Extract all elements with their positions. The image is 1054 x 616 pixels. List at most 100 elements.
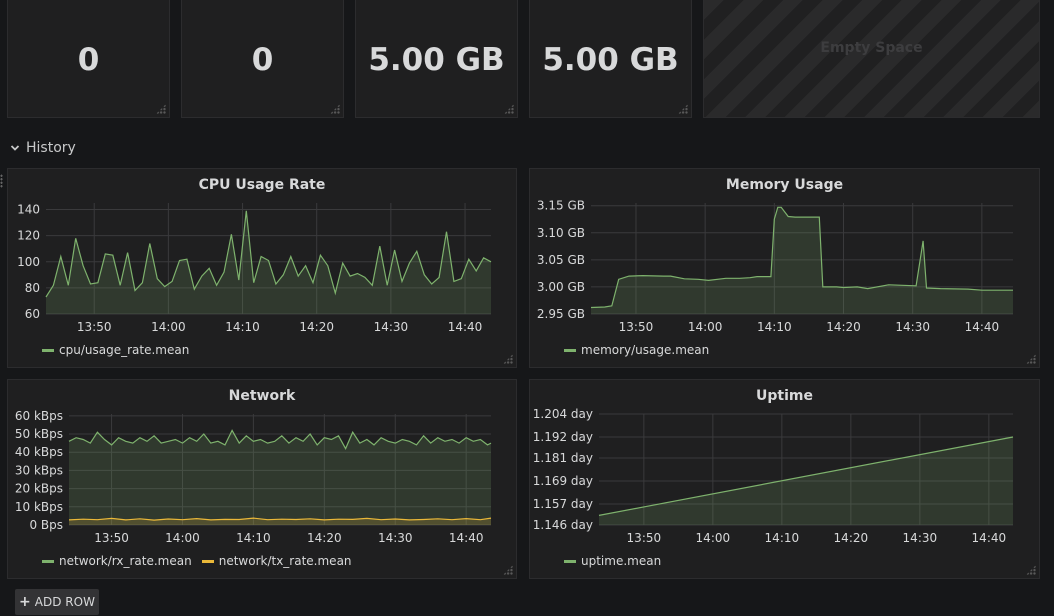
y-tick-label: 10 kBps xyxy=(15,500,63,514)
y-tick-label: 40 kBps xyxy=(15,445,63,459)
graph-panel-uptime: 1.146 day 1.157 day 1.169 day 1.181 day 1.19… xyxy=(529,379,1040,579)
x-tick-label: 14:30 xyxy=(895,320,930,334)
y-tick-label: 1.192 day xyxy=(533,430,593,444)
stat-panel-3: 5.00 GB xyxy=(355,0,518,118)
series-area xyxy=(69,430,491,525)
y-tick-label: 1.169 day xyxy=(533,474,593,488)
legend: cpu/usage_rate.mean xyxy=(42,343,189,357)
x-tick-label: 14:40 xyxy=(972,531,1007,545)
x-tick-label: 14:00 xyxy=(688,320,723,334)
stat-value: 0 xyxy=(251,42,274,78)
x-tick-label: 14:00 xyxy=(151,320,186,334)
x-tick-label: 14:40 xyxy=(965,320,1000,334)
stat-value: 0 xyxy=(77,42,100,78)
y-tick-label: 30 kBps xyxy=(15,463,63,477)
drag-handle-icon[interactable] xyxy=(0,174,3,188)
x-tick-label: 14:20 xyxy=(307,531,342,545)
y-tick-label: 120 xyxy=(17,229,40,243)
legend: uptime.mean xyxy=(564,554,661,568)
x-tick-label: 14:00 xyxy=(165,531,200,545)
x-tick-label: 14:20 xyxy=(826,320,861,334)
stat-panel-2: 0 xyxy=(181,0,344,118)
y-tick-label: 60 kBps xyxy=(15,409,63,423)
y-tick-label: 3.00 GB xyxy=(537,280,585,294)
legend-swatch xyxy=(201,559,214,563)
row-header-history[interactable]: History xyxy=(10,140,76,156)
legend-item[interactable]: cpu/usage_rate.mean xyxy=(42,343,189,357)
network-chart: 0 Bps 10 kBps 20 kBps 30 kBps 40 kBps 50 kBps… xyxy=(15,409,492,545)
resize-handle[interactable] xyxy=(504,104,514,114)
panel-title[interactable]: Memory Usage xyxy=(530,177,1039,193)
legend-swatch xyxy=(42,348,54,352)
legend-swatch xyxy=(564,559,576,563)
add-row-label: ADD ROW xyxy=(34,595,95,609)
x-tick-label: 14:10 xyxy=(225,320,260,334)
x-tick-label: 14:30 xyxy=(903,531,938,545)
x-tick-label: 13:50 xyxy=(94,531,129,545)
y-tick-label: 20 kBps xyxy=(15,482,63,496)
y-tick-label: 3.05 GB xyxy=(537,253,585,267)
y-tick-label: 140 xyxy=(17,203,40,217)
legend-item[interactable]: memory/usage.mean xyxy=(564,343,709,357)
stat-value: 5.00 GB xyxy=(368,42,505,78)
x-tick-label: 13:50 xyxy=(619,320,654,334)
x-tick-label: 14:40 xyxy=(449,531,484,545)
empty-space-panel: Empty Space xyxy=(703,0,1040,118)
legend-label: network/rx_rate.mean xyxy=(59,554,192,568)
x-tick-label: 14:30 xyxy=(374,320,409,334)
y-tick-label: 1.204 day xyxy=(533,407,593,421)
graph-panel-network: 0 Bps 10 kBps 20 kBps 30 kBps 40 kBps 50 kBps… xyxy=(7,379,517,579)
panel-title[interactable]: CPU Usage Rate xyxy=(8,177,516,193)
x-tick-label: 14:10 xyxy=(765,531,800,545)
legend-item[interactable]: network/tx_rate.mean xyxy=(201,554,352,568)
y-tick-label: 100 xyxy=(17,255,40,269)
x-tick-label: 13:50 xyxy=(77,320,112,334)
legend-item[interactable]: uptime.mean xyxy=(564,554,661,568)
stat-value: 5.00 GB xyxy=(542,42,679,78)
resize-handle[interactable] xyxy=(678,104,688,114)
resize-handle[interactable] xyxy=(156,104,166,114)
x-tick-label: 14:00 xyxy=(696,531,731,545)
y-tick-label: 60 xyxy=(25,307,40,321)
stat-panel-4: 5.00 GB xyxy=(529,0,692,118)
legend-label: memory/usage.mean xyxy=(581,343,710,357)
legend-label: cpu/usage_rate.mean xyxy=(59,343,190,357)
panel-title[interactable]: Uptime xyxy=(530,388,1039,404)
x-tick-label: 14:20 xyxy=(834,531,869,545)
x-tick-label: 14:10 xyxy=(757,320,792,334)
graph-panel-cpu: 60 80 100 120 140 13:50 14:00 14:10 14:20 14:30 14… xyxy=(7,168,517,368)
legend-swatch xyxy=(42,559,54,563)
stat-panel-1: 0 xyxy=(7,0,170,118)
uptime-chart: 1.146 day 1.157 day 1.169 day 1.181 day 1.19… xyxy=(533,407,1014,545)
memory-chart: 2.95 GB 3.00 GB 3.05 GB 3.10 GB 3.15 GB 13:50… xyxy=(537,199,1013,334)
add-row-button[interactable]: + ADD ROW xyxy=(15,589,99,615)
y-tick-label: 50 kBps xyxy=(15,427,63,441)
y-tick-label: 2.95 GB xyxy=(537,307,585,321)
legend-swatch xyxy=(564,348,576,352)
legend-label: network/tx_rate.mean xyxy=(218,554,352,568)
legend-label: uptime.mean xyxy=(581,554,662,568)
series-area xyxy=(591,207,1013,314)
panel-title[interactable]: Network xyxy=(8,388,516,404)
row-title: History xyxy=(26,140,76,156)
y-tick-label: 80 xyxy=(25,281,40,295)
y-tick-label: 1.146 day xyxy=(533,518,593,532)
empty-space-label: Empty Space xyxy=(820,40,923,56)
chevron-down-icon xyxy=(10,145,20,151)
x-tick-label: 14:40 xyxy=(448,320,483,334)
y-tick-label: 3.10 GB xyxy=(537,226,585,240)
plus-icon: + xyxy=(19,594,31,610)
y-tick-label: 0 Bps xyxy=(29,518,63,532)
legend: network/rx_rate.mean network/tx_rate.mea… xyxy=(42,554,352,568)
cpu-chart: 60 80 100 120 140 13:50 14:00 14:10 14:20 14:30 14… xyxy=(17,203,492,334)
y-tick-label: 1.181 day xyxy=(533,451,593,465)
legend-item[interactable]: network/rx_rate.mean xyxy=(42,554,192,568)
y-tick-label: 1.157 day xyxy=(533,497,593,511)
legend: memory/usage.mean xyxy=(564,343,709,357)
x-tick-label: 14:30 xyxy=(378,531,413,545)
x-tick-label: 13:50 xyxy=(627,531,662,545)
x-tick-label: 14:20 xyxy=(299,320,334,334)
resize-handle[interactable] xyxy=(330,104,340,114)
y-tick-label: 3.15 GB xyxy=(537,199,585,213)
graph-panel-memory: 2.95 GB 3.00 GB 3.05 GB 3.10 GB 3.15 GB 13:50… xyxy=(529,168,1040,368)
